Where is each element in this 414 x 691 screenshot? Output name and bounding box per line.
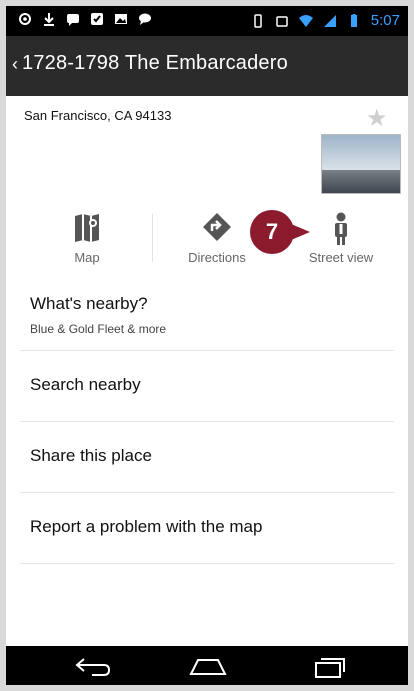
list-item-share-place[interactable]: Share this place xyxy=(20,422,394,493)
list-item-label: Share this place xyxy=(30,446,152,465)
list-item-whats-nearby[interactable]: What's nearby? Blue & Gold Fleet & more xyxy=(20,280,394,351)
signal-icon xyxy=(323,14,336,27)
image-icon xyxy=(115,14,127,24)
status-time: 5:07 xyxy=(370,12,400,29)
wifi-icon xyxy=(298,14,313,27)
directions-icon xyxy=(203,213,231,241)
street-view-icon xyxy=(335,212,347,245)
list-item-label: Report a problem with the map xyxy=(30,517,263,536)
map-icon xyxy=(75,214,99,242)
list-item-sublabel: Blue & Gold Fleet & more xyxy=(30,322,167,336)
back-chevron-icon[interactable]: ‹ xyxy=(12,54,18,75)
back-icon[interactable] xyxy=(74,656,112,676)
status-right-icons: 5:07 xyxy=(251,12,400,29)
battery-icon xyxy=(350,13,357,27)
phone-screen: 5:07 ‹ 1728-1798 The Embarcadero San Fra… xyxy=(6,6,408,685)
list-item-label: What's nearby? xyxy=(30,294,148,313)
action-row: Map Directions Street view xyxy=(6,204,408,278)
map-label: Map xyxy=(74,250,100,265)
navigation-bar xyxy=(6,646,408,685)
list-item-search-nearby[interactable]: Search nearby xyxy=(20,351,394,422)
place-details: San Francisco, CA 94133 ★ Map Directions… xyxy=(6,96,408,646)
callout-marker: 7 xyxy=(250,210,310,256)
status-bar: 5:07 xyxy=(6,6,408,36)
download-icon xyxy=(44,13,54,26)
check-icon xyxy=(91,13,103,25)
recent-apps-icon[interactable] xyxy=(312,656,348,678)
list-item-report-problem[interactable]: Report a problem with the map xyxy=(20,493,394,564)
rotate-icon xyxy=(276,15,288,27)
status-left-icons xyxy=(18,12,152,26)
place-address: San Francisco, CA 94133 xyxy=(24,108,172,123)
page-title[interactable]: 1728-1798 The Embarcadero xyxy=(22,52,288,75)
options-list: What's nearby? Blue & Gold Fleet & more … xyxy=(6,280,408,564)
street-view-thumbnail[interactable] xyxy=(321,134,401,194)
home-icon[interactable] xyxy=(188,656,228,676)
list-item-label: Search nearby xyxy=(30,375,141,394)
chat-icon xyxy=(139,13,151,25)
action-bar: ‹ 1728-1798 The Embarcadero xyxy=(6,36,408,96)
map-button[interactable]: Map xyxy=(22,204,152,278)
thumbnail-ground xyxy=(322,169,400,193)
callout-number: 7 xyxy=(250,210,294,254)
star-icon[interactable]: ★ xyxy=(366,104,388,133)
vibrate-icon xyxy=(254,13,262,28)
gps-icon xyxy=(19,13,31,25)
thumbnail-sky xyxy=(322,135,400,170)
messages-icon xyxy=(67,14,79,26)
